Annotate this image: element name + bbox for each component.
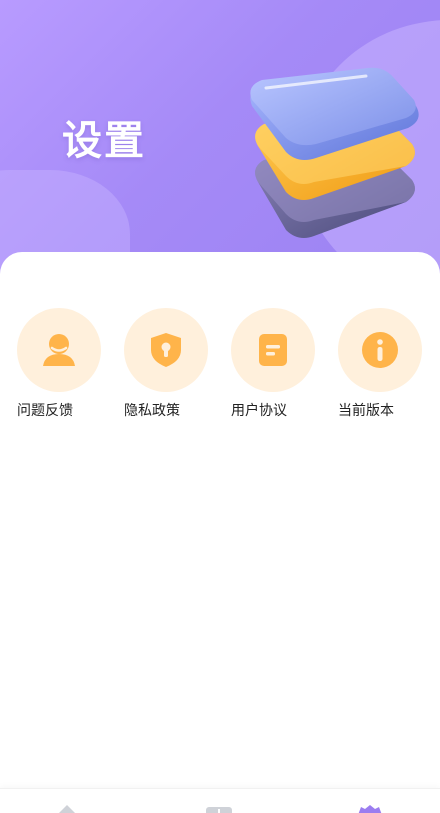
current-version-label: 当前版本	[338, 403, 394, 419]
settings-content-card: 问题反馈 隐私政策 用户协议 当前版本	[0, 252, 440, 812]
settings-icon	[358, 805, 382, 813]
nav-home[interactable]	[52, 803, 82, 813]
bottom-navigation	[0, 788, 440, 813]
privacy-policy-label: 隐私政策	[124, 403, 180, 419]
nav-apps[interactable]	[204, 803, 234, 813]
user-agreement-menu-item[interactable]: 用户协议	[231, 308, 321, 419]
current-version-menu-item[interactable]: 当前版本	[338, 308, 428, 419]
privacy-policy-menu-item[interactable]: 隐私政策	[124, 308, 214, 419]
user-agreement-label: 用户协议	[231, 403, 287, 419]
shield-lock-icon	[151, 333, 181, 367]
page-title: 设置	[62, 118, 146, 164]
home-icon	[59, 805, 75, 813]
nav-settings[interactable]	[355, 803, 385, 813]
feedback-label: 问题反馈	[17, 403, 73, 419]
icon-circle	[338, 308, 422, 392]
layered-stack-illustration	[250, 67, 419, 238]
user-feedback-icon	[43, 334, 75, 366]
info-icon	[362, 332, 398, 368]
icon-circle	[17, 308, 101, 392]
document-icon	[259, 334, 287, 366]
settings-screen: 设置 问题反馈 隐私政策 用户协议 当前版本	[0, 0, 440, 813]
feedback-menu-item[interactable]: 问题反馈	[17, 308, 107, 419]
icon-circle	[124, 308, 208, 392]
apps-icon	[206, 807, 232, 813]
icon-circle	[231, 308, 315, 392]
settings-menu-grid: 问题反馈 隐私政策 用户协议 当前版本	[0, 308, 440, 419]
